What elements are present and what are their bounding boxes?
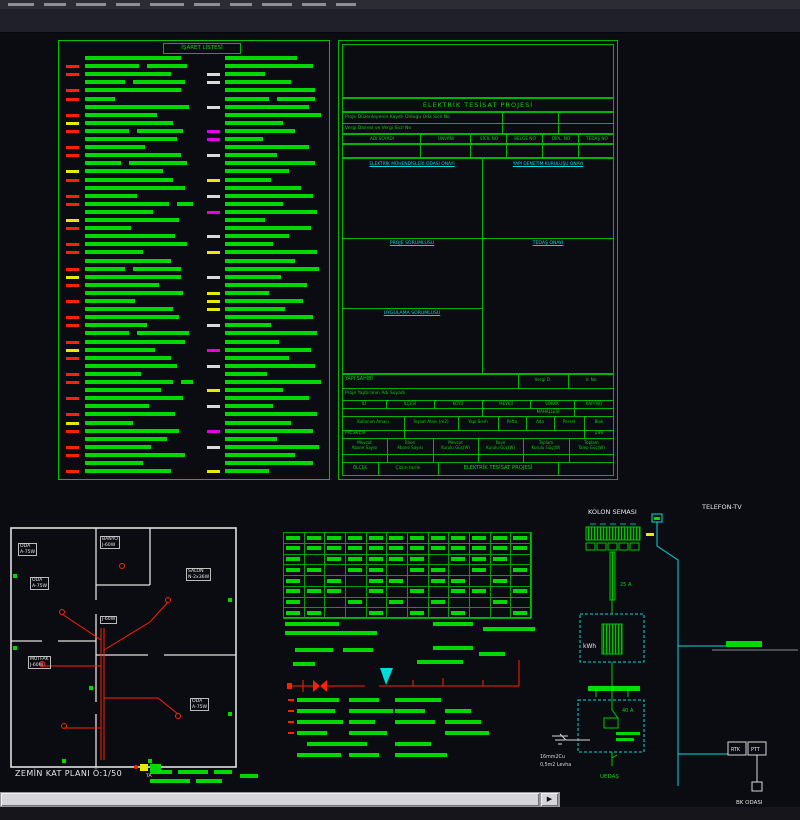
plan-note-bar <box>196 779 222 783</box>
menu-item[interactable] <box>302 3 326 6</box>
room-label: BANYO J-60W <box>100 536 120 549</box>
menu-bar <box>0 0 800 9</box>
room-label: MUTFAK J-60W <box>28 656 51 669</box>
plan-note-bar <box>178 770 208 774</box>
plan-title: ZEMİN KAT PLANI Ö:1/50 <box>15 769 122 778</box>
menu-item[interactable] <box>262 3 292 6</box>
menu-item[interactable] <box>116 3 140 6</box>
horizontal-scrollbar[interactable]: ▶ <box>0 792 560 807</box>
drawing-canvas[interactable]: KOLON SEMASI 25 A kWh <box>0 0 800 820</box>
room-label: ODA A-75W <box>30 577 49 590</box>
plan-annotations: ODA A-75W ODA A-75W BANYO J-60W SALON N-2x3… <box>0 0 800 820</box>
menu-item[interactable] <box>336 3 356 6</box>
menu-item[interactable] <box>230 3 252 6</box>
scrollbar-right-arrow-icon[interactable]: ▶ <box>541 793 558 806</box>
plan-note-bar <box>214 770 232 774</box>
room-label: ODA A-75W <box>190 698 209 711</box>
menu-items <box>0 0 800 9</box>
toolbar-strip <box>0 9 800 33</box>
menu-item[interactable] <box>150 3 184 6</box>
scrollbar-thumb[interactable] <box>1 793 539 806</box>
menu-item[interactable] <box>76 3 106 6</box>
cad-window: KOLON SEMASI 25 A kWh <box>0 0 800 820</box>
room-label: J-60W <box>100 616 117 624</box>
menu-item[interactable] <box>194 3 220 6</box>
status-bar <box>0 807 800 820</box>
menu-item[interactable] <box>8 3 34 6</box>
plan-note-bar <box>150 779 190 783</box>
room-label: ODA A-75W <box>18 543 37 556</box>
room-label: SALON N-2x36W <box>186 568 211 581</box>
menu-item[interactable] <box>44 3 66 6</box>
plan-note-bar <box>240 774 258 778</box>
plan-note-bar <box>150 770 172 774</box>
